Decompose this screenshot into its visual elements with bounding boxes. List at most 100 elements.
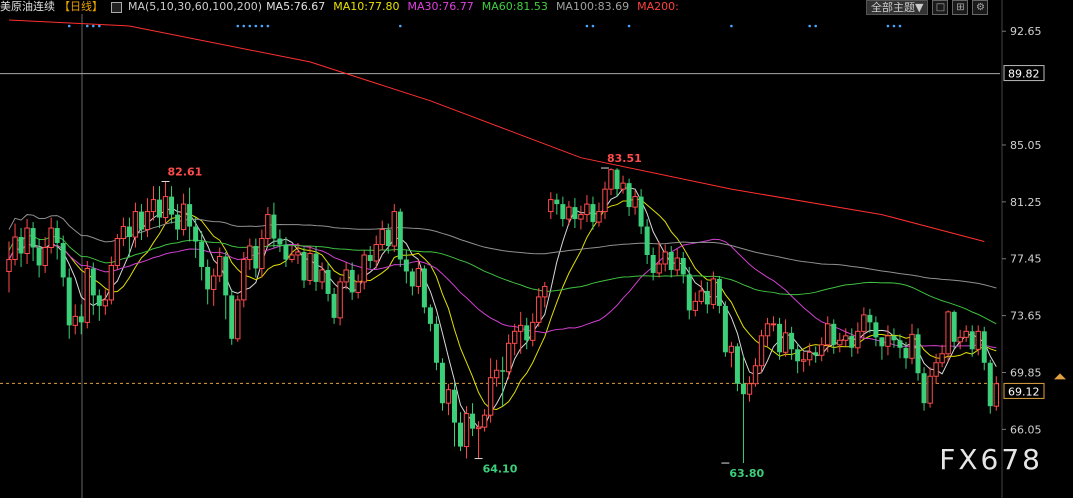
grid-icon[interactable]: ⊞	[952, 0, 969, 15]
candle-body	[108, 264, 115, 301]
candle-body	[295, 251, 301, 256]
candle-body	[764, 323, 771, 337]
event-dot	[254, 24, 258, 28]
candle-body	[409, 271, 415, 287]
candle-body	[777, 323, 783, 353]
candle-body	[740, 383, 746, 395]
candle-body	[873, 322, 879, 338]
candle-body	[855, 330, 861, 349]
candle-body	[277, 238, 283, 245]
candle-body	[596, 211, 602, 223]
candle-body	[12, 236, 18, 260]
candle-body	[578, 214, 584, 220]
candle-body	[96, 295, 102, 306]
candle-body	[24, 227, 30, 254]
candle-body	[536, 296, 542, 323]
candle-body	[716, 278, 722, 306]
candle-body	[674, 257, 680, 271]
candle-body	[433, 323, 439, 363]
candle-body	[6, 258, 12, 272]
event-dot	[898, 24, 902, 28]
candle-body	[307, 252, 313, 281]
candle-body	[379, 229, 385, 246]
candle-body	[626, 183, 632, 208]
candle-body	[662, 251, 668, 265]
event-dot	[399, 24, 402, 28]
gear-icon[interactable]: ⚙	[972, 0, 989, 15]
y-tick-label: 73.65	[1010, 310, 1042, 323]
candle-body	[915, 334, 921, 374]
candle-body	[439, 362, 445, 404]
candle-body	[90, 268, 96, 296]
event-dot	[236, 24, 240, 28]
candle-body	[114, 238, 121, 266]
candle-body	[337, 281, 343, 319]
ma-line-ma30	[8, 238, 997, 349]
candle-body	[927, 375, 933, 404]
candle-body	[60, 243, 66, 278]
high-label: 82.61	[168, 166, 203, 179]
y-tick-label: 77.45	[1010, 253, 1042, 266]
candle-body	[746, 383, 753, 395]
candle-body	[530, 321, 536, 341]
candle-body	[572, 207, 578, 220]
last-price-label: 69.12	[1008, 385, 1040, 398]
event-dot	[627, 24, 631, 28]
candle-body	[813, 352, 819, 356]
candle-body	[861, 314, 867, 332]
candle-body	[66, 277, 72, 326]
candle-body	[301, 252, 307, 281]
candle-body	[524, 325, 530, 341]
candle-body	[162, 196, 169, 219]
low-label: 64.10	[483, 463, 518, 476]
candle-body	[825, 323, 831, 346]
event-dot	[886, 24, 890, 28]
candle-body	[78, 316, 84, 323]
candle-body	[969, 331, 975, 350]
candle-body	[511, 330, 518, 344]
candle-body	[752, 365, 759, 385]
indicator-checkbox-icon[interactable]	[111, 1, 122, 13]
candle-body	[271, 214, 277, 239]
candle-body	[656, 263, 662, 274]
candle-body	[72, 315, 78, 326]
y-tick-label: 85.05	[1010, 139, 1042, 152]
candle-body	[518, 324, 524, 332]
candle-body	[144, 211, 151, 231]
timeframe-label[interactable]: 【日线】	[59, 0, 103, 14]
candle-body	[957, 336, 963, 343]
candle-body	[30, 228, 36, 248]
candle-body	[782, 332, 789, 353]
candle-body	[933, 362, 939, 377]
candle-body	[548, 199, 554, 213]
candle-body	[849, 335, 855, 348]
candle-body	[223, 256, 229, 296]
candle-body	[945, 311, 951, 355]
candle-body	[698, 290, 705, 302]
candle-body	[897, 340, 903, 348]
y-tick-label: 81.25	[1010, 196, 1042, 209]
theme-select[interactable]: 全部主题▼	[866, 0, 929, 15]
candle-body	[210, 275, 217, 290]
window-icon[interactable]: □	[932, 0, 949, 15]
candle-body	[373, 244, 379, 262]
legend-ma-1: MA10:77.80	[333, 0, 400, 13]
candle-body	[867, 314, 873, 323]
candle-body	[313, 253, 319, 282]
candle-body	[150, 199, 157, 213]
legend-ma-2: MA30:76.77	[407, 0, 474, 13]
candle-body	[632, 196, 638, 208]
y-tick-label: 69.85	[1010, 366, 1042, 379]
candle-body	[235, 299, 241, 340]
candle-body	[819, 344, 825, 356]
legend-ma-0: MA5:76.67	[266, 0, 326, 13]
candle-body	[993, 383, 999, 407]
candle-body	[259, 238, 265, 269]
event-dot	[91, 24, 95, 28]
theme-select-label: 全部主题	[871, 1, 915, 14]
candle-body	[367, 254, 373, 261]
candle-body	[704, 290, 710, 305]
candle-body	[289, 254, 295, 260]
candle-body	[620, 182, 626, 190]
low-label: 63.80	[729, 467, 764, 480]
